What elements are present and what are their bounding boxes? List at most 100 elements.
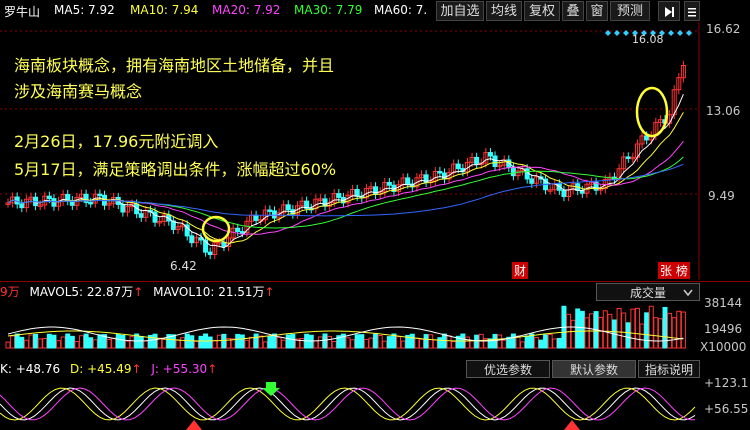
candle-body bbox=[455, 163, 461, 170]
volume-bar bbox=[510, 333, 516, 349]
menu-icon[interactable] bbox=[684, 1, 700, 21]
volume-header: 9万 MAVOL5: 22.87万↑ MAVOL10: 21.51万↑ bbox=[0, 285, 275, 299]
volume-bar bbox=[308, 334, 314, 349]
volume-bar bbox=[667, 312, 673, 349]
volume-bar bbox=[290, 333, 296, 349]
ma10-readout: MA10: 7.94 bbox=[130, 3, 199, 17]
forecast-button[interactable]: 预测 bbox=[610, 1, 650, 21]
volume-bar bbox=[65, 333, 71, 349]
volume-bar bbox=[373, 333, 379, 349]
volume-bar bbox=[552, 338, 558, 349]
candle-body bbox=[336, 193, 342, 198]
volume-bar bbox=[653, 317, 659, 349]
volume-bar bbox=[515, 335, 521, 349]
volume-bar bbox=[262, 341, 268, 349]
volume-chart[interactable] bbox=[0, 302, 700, 357]
default-params-button[interactable]: 默认参数 bbox=[552, 360, 636, 378]
limit-up-badge: 张 榜 bbox=[658, 262, 690, 279]
k-readout: K: +48.76 bbox=[0, 362, 61, 376]
indicator-dropdown[interactable]: 成交量 bbox=[596, 283, 700, 301]
volume-bar bbox=[579, 310, 585, 349]
volume-bar bbox=[386, 336, 392, 349]
kdj-header: K: +48.76 D: +45.49↑ J: +55.30↑ bbox=[0, 362, 218, 376]
volume-bar bbox=[657, 318, 663, 349]
volume-bar bbox=[419, 338, 425, 349]
ma20-readout: MA20: 7.92 bbox=[212, 3, 281, 17]
candle-body bbox=[138, 213, 144, 218]
volume-bar bbox=[276, 336, 282, 349]
volume-bar bbox=[281, 339, 287, 349]
candle-body bbox=[189, 235, 195, 244]
stock-name: 罗牛山 bbox=[4, 5, 41, 19]
annotation-line-4: 5月17日，满足策略调出条件，涨幅超过60% bbox=[14, 160, 337, 179]
kdj-chart[interactable] bbox=[0, 378, 700, 430]
indicator-help-button[interactable]: 指标说明 bbox=[638, 360, 700, 378]
volume-bar bbox=[235, 333, 241, 349]
volume-bar bbox=[575, 308, 581, 349]
volume-bar bbox=[492, 333, 498, 349]
volume-bar bbox=[547, 333, 553, 349]
mavol5-readout: MAVOL5: 22.87万 bbox=[29, 285, 134, 299]
volume-bar bbox=[138, 336, 144, 349]
candle-body bbox=[239, 231, 245, 234]
price-axis-top: 16.62 bbox=[706, 22, 741, 36]
price-axis-low: 9.49 bbox=[708, 189, 735, 203]
volume-bar bbox=[644, 312, 650, 349]
volume-bar bbox=[437, 337, 443, 349]
volume-bar bbox=[28, 334, 34, 349]
volume-bar bbox=[469, 340, 475, 349]
volume-bar bbox=[69, 335, 75, 349]
candle-body bbox=[405, 177, 411, 185]
volume-bar bbox=[249, 336, 255, 349]
ma-lines-button[interactable]: 均线 bbox=[486, 1, 522, 21]
volume-bar bbox=[382, 340, 388, 349]
candle-body bbox=[267, 209, 273, 213]
arrow-right-icon[interactable] bbox=[658, 1, 680, 21]
volume-bar bbox=[111, 337, 117, 349]
volume-bar bbox=[207, 336, 213, 349]
volume-bar bbox=[115, 333, 121, 349]
volume-bar bbox=[501, 339, 507, 349]
adjust-button[interactable]: 复权 bbox=[524, 1, 560, 21]
volume-bar bbox=[152, 333, 158, 349]
volume-bar bbox=[327, 335, 333, 349]
volume-bar bbox=[299, 337, 305, 349]
volume-bar bbox=[97, 334, 103, 349]
candle-body bbox=[97, 193, 103, 197]
volume-bar bbox=[120, 334, 126, 349]
volume-bar bbox=[602, 310, 608, 349]
volume-bar bbox=[634, 307, 640, 349]
window-button[interactable]: 窗 bbox=[586, 1, 608, 21]
volume-bar bbox=[175, 339, 181, 349]
financial-report-badge: 财 bbox=[512, 262, 529, 279]
volume-bar bbox=[46, 333, 52, 349]
volume-bar bbox=[239, 334, 245, 349]
overlay-button[interactable]: 叠 bbox=[562, 1, 584, 21]
volume-bar bbox=[37, 338, 43, 349]
volume-bar bbox=[474, 334, 480, 349]
volume-bar bbox=[446, 335, 452, 349]
k-line bbox=[0, 387, 696, 421]
optimize-params-button[interactable]: 优选参数 bbox=[466, 360, 550, 378]
volume-bar bbox=[92, 339, 98, 349]
candle-body bbox=[88, 201, 94, 205]
volume-readout: 9万 bbox=[0, 285, 20, 299]
mavol10-readout: MAVOL10: 21.51万 bbox=[153, 285, 265, 299]
volume-bar bbox=[533, 336, 539, 349]
candle-body bbox=[235, 227, 241, 233]
candle-body bbox=[19, 203, 25, 209]
d-readout: D: +45.49 bbox=[69, 362, 132, 376]
volume-bar bbox=[313, 340, 319, 349]
candle-body bbox=[492, 155, 498, 167]
volume-bar bbox=[543, 334, 549, 349]
volume-bar bbox=[598, 316, 604, 349]
volume-bar bbox=[345, 337, 351, 349]
price-axis-mid: 13.06 bbox=[706, 104, 741, 118]
volume-bar bbox=[23, 339, 29, 349]
kdj-axis-mid: +56.55 bbox=[704, 402, 749, 416]
add-watchlist-button[interactable]: 加自选 bbox=[436, 1, 484, 21]
volume-bar bbox=[267, 335, 273, 349]
ma60-readout: MA60: 7. bbox=[374, 3, 428, 17]
volume-bar bbox=[5, 341, 11, 349]
annotation-line-2: 涉及海南赛马概念 bbox=[14, 82, 143, 101]
